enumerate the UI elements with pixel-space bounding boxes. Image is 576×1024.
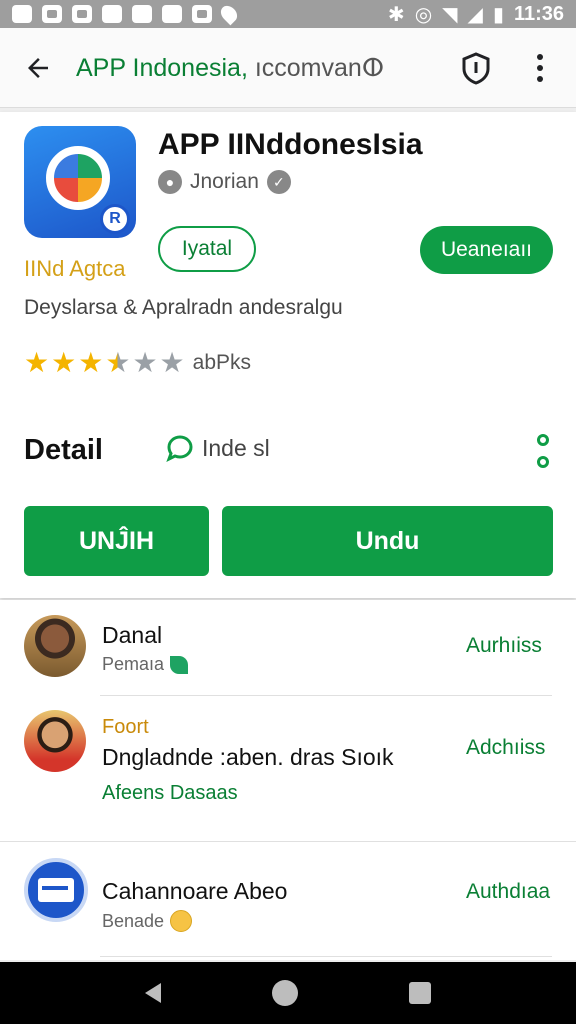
more-options-button[interactable] — [524, 50, 556, 86]
notification-icon — [192, 5, 212, 23]
list-item-name: Dngladnde :aben. dras Sıoık — [102, 744, 394, 770]
signal-icon: ◢ — [467, 3, 483, 26]
detail-chat-link[interactable]: Inde sl — [166, 434, 270, 462]
url-host: APP Indonesia, — [76, 53, 248, 82]
download-button[interactable]: Undu — [222, 506, 553, 576]
detail-chat-text: Inde sl — [202, 434, 270, 461]
list-item-label: Foort — [102, 716, 149, 738]
list-item-name: Cahannoare Abeo — [102, 878, 288, 904]
star-icon: ★ — [51, 347, 77, 378]
card-icon — [38, 878, 74, 902]
app-icon[interactable]: R — [24, 126, 136, 238]
rating-text: abPks — [192, 350, 252, 374]
leaf-icon — [170, 655, 189, 674]
status-bar: ✱ ◎ ◥ ◢ ▮ 11:36 — [0, 0, 576, 28]
divider — [100, 956, 552, 957]
developer-row[interactable]: ● Jnorian ✓ — [158, 170, 291, 194]
logo-icon — [46, 146, 110, 210]
star-half-icon: ★ — [105, 347, 131, 378]
secondary-button[interactable]: Iyatal — [158, 226, 256, 272]
star-icon: ★ — [159, 347, 185, 378]
profile-icon: ● — [158, 170, 182, 194]
list-item[interactable]: Danal Pemaıa Aurhıiss — [0, 600, 576, 695]
app-description: Deyslarsa & Apralradn andesralgu — [24, 296, 343, 319]
top-app-bar: APP Indonesia, ıccomvanⵀ — [0, 28, 576, 108]
clock: 11:36 — [513, 2, 564, 25]
avatar — [24, 858, 88, 922]
system-nav-bar — [0, 962, 576, 1024]
list-item-name: Danal — [102, 622, 163, 648]
notification-icon — [12, 5, 32, 23]
bluetooth-icon: ✱ — [387, 3, 405, 26]
rating: ★ ★ ★ ★ ★ ★ abPks — [24, 346, 251, 379]
list-item-action[interactable]: Adchıiss — [466, 736, 545, 760]
location-icon — [217, 2, 241, 26]
app-card: R IINd Agtca APP IINddonesIsia ● Jnorian… — [0, 112, 576, 598]
list-item[interactable]: Foort Dngladnde :aben. dras Sıoık Afeens… — [0, 696, 576, 841]
developer-tag: IINd Agtca — [24, 256, 126, 281]
url-path: ıccomvanⵀ — [247, 53, 385, 82]
notification-icons — [12, 2, 241, 26]
star-icon: ★ — [78, 347, 104, 378]
wifi-icon: ◥ — [442, 3, 458, 26]
verified-icon: ✓ — [266, 170, 291, 194]
list-item[interactable]: Cahannoare Abeo Benade Authdıaa — [0, 850, 576, 955]
dot-icon — [537, 434, 549, 446]
uninstall-button[interactable]: UNĴIH — [24, 506, 209, 576]
list-item-action[interactable]: Aurhıiss — [466, 634, 542, 658]
list-item-action[interactable]: Authdıaa — [466, 880, 550, 904]
avatar — [24, 615, 86, 677]
notification-icon — [132, 5, 152, 23]
back-button[interactable] — [0, 28, 76, 108]
dot-icon — [537, 456, 549, 468]
nav-recents-icon[interactable] — [408, 982, 431, 1004]
notification-icon — [102, 5, 122, 23]
url-bar[interactable]: APP Indonesia, ıccomvanⵀ — [76, 53, 384, 83]
detail-heading: Detail — [24, 434, 103, 466]
alarm-icon: ◎ — [414, 3, 433, 26]
contact-list: Danal Pemaıa Aurhıiss Foort Dngladnde :a… — [0, 600, 576, 960]
battery-icon: ▮ — [492, 3, 504, 26]
security-button[interactable] — [458, 50, 494, 86]
chat-bubble-icon — [166, 435, 193, 462]
dot-icon — [537, 54, 543, 60]
badge-icon: R — [100, 204, 130, 234]
avatar — [24, 710, 86, 772]
list-item-sub-text: Benade — [102, 910, 165, 931]
list-item-sub: Afeens Dasaas — [102, 782, 238, 804]
list-item-sub: Pemaıa — [102, 654, 189, 675]
detail-more-button[interactable] — [534, 434, 552, 468]
shield-icon — [462, 52, 490, 85]
divider — [0, 841, 576, 842]
nav-home-icon[interactable] — [271, 980, 298, 1006]
arrow-back-icon — [28, 57, 48, 78]
dot-icon — [537, 76, 543, 82]
dot-icon — [537, 65, 543, 71]
list-item-sub: Benade — [102, 910, 193, 932]
notification-icon — [72, 5, 92, 23]
star-icon: ★ — [132, 347, 158, 378]
notification-icon — [42, 5, 62, 23]
app-title: APP IINddonesIsia — [158, 128, 423, 161]
primary-button[interactable]: Ueaneıaıı — [420, 226, 553, 274]
notification-icon — [162, 5, 182, 23]
smile-icon — [170, 910, 193, 932]
list-item-sub-text: Pemaıa — [102, 654, 165, 674]
developer-name: Jnorian — [190, 170, 259, 193]
star-icon: ★ — [24, 347, 50, 378]
nav-back-icon[interactable] — [145, 983, 162, 1003]
